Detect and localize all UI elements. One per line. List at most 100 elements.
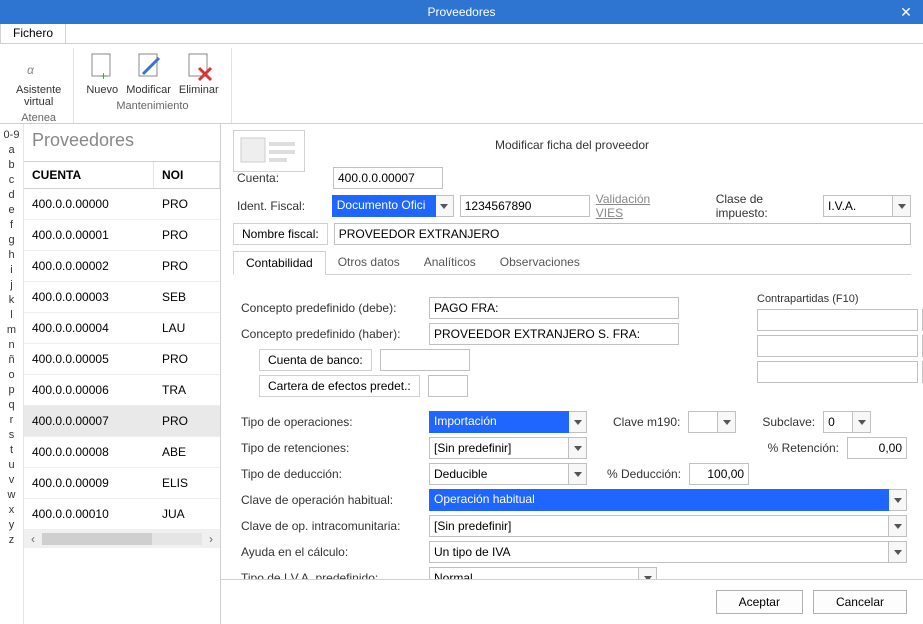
tipo-ded-select[interactable] — [429, 463, 569, 485]
chevron-down-icon[interactable] — [569, 437, 587, 459]
alpha-n[interactable]: n — [0, 338, 23, 353]
pded-input[interactable] — [689, 463, 749, 485]
table-row[interactable]: 400.0.0.00005PRO — [24, 344, 220, 375]
subclave-input[interactable] — [823, 411, 853, 433]
banco-input[interactable] — [380, 349, 470, 371]
cartera-input[interactable] — [428, 375, 468, 397]
clave-op-select[interactable]: Operación habitual — [429, 489, 889, 511]
tab-otros-datos[interactable]: Otros datos — [326, 251, 412, 274]
alpha-0-9[interactable]: 0-9 — [0, 128, 23, 143]
alpha-i[interactable]: i — [0, 263, 23, 278]
chevron-down-icon[interactable] — [569, 463, 587, 485]
alpha-l[interactable]: l — [0, 308, 23, 323]
contrap-input-1[interactable] — [757, 309, 918, 331]
tab-contabilidad[interactable]: Contabilidad — [233, 251, 326, 275]
alpha-x[interactable]: x — [0, 503, 23, 518]
chevron-down-icon[interactable] — [718, 411, 736, 433]
table-row[interactable]: 400.0.0.00000PRO — [24, 189, 220, 220]
table-row[interactable]: 400.0.0.00009ELIS — [24, 468, 220, 499]
alpha-u[interactable]: u — [0, 458, 23, 473]
alpha-a[interactable]: a — [0, 143, 23, 158]
table-row[interactable]: 400.0.0.00006TRA — [24, 375, 220, 406]
alpha-k[interactable]: k — [0, 293, 23, 308]
lbl-cuenta: Cuenta: — [237, 171, 327, 185]
assistant-button[interactable]: α Asistente virtual — [12, 48, 65, 110]
ident-num-input[interactable] — [460, 195, 590, 217]
ayuda-select[interactable] — [429, 541, 889, 563]
close-icon[interactable]: ✕ — [889, 0, 923, 24]
chevron-down-icon[interactable] — [893, 195, 911, 217]
tipo-ret-select[interactable] — [429, 437, 569, 459]
alpha-z[interactable]: z — [0, 533, 23, 548]
haber-input[interactable] — [429, 323, 679, 345]
m190-input[interactable] — [688, 411, 718, 433]
table-row[interactable]: 400.0.0.00002PRO — [24, 251, 220, 282]
scroll-track[interactable] — [42, 533, 202, 545]
contrap-input-2[interactable] — [757, 335, 918, 357]
lbl-ident: Ident. Fiscal: — [237, 199, 326, 213]
tab-observaciones[interactable]: Observaciones — [488, 251, 592, 274]
table-row[interactable]: 400.0.0.00004LAU — [24, 313, 220, 344]
table-row[interactable]: 400.0.0.00003SEB — [24, 282, 220, 313]
horizontal-scrollbar[interactable]: ‹ › — [24, 530, 220, 548]
alpha-v[interactable]: v — [0, 473, 23, 488]
nombre-input[interactable] — [334, 223, 911, 245]
table-row[interactable]: 400.0.0.00008ABE — [24, 437, 220, 468]
col-nombre[interactable]: NOI — [154, 162, 220, 188]
iva-pred-select[interactable] — [429, 567, 639, 579]
alpha-p[interactable]: p — [0, 383, 23, 398]
ident-tipo-select[interactable]: Documento Ofici — [332, 195, 436, 217]
chevron-down-icon[interactable] — [853, 411, 871, 433]
vies-link[interactable]: Validación VIES — [596, 192, 680, 220]
alpha-q[interactable]: q — [0, 398, 23, 413]
alpha-y[interactable]: y — [0, 518, 23, 533]
page-plus-icon: + — [86, 50, 118, 82]
alpha-e[interactable]: e — [0, 203, 23, 218]
tipo-op-select[interactable]: Importación — [429, 411, 569, 433]
clase-input[interactable] — [823, 195, 893, 217]
chevron-down-icon[interactable] — [889, 515, 907, 537]
col-cuenta[interactable]: CUENTA — [24, 162, 154, 188]
contrap-input-3[interactable] — [757, 361, 918, 383]
alpha-w[interactable]: w — [0, 488, 23, 503]
tab-analíticos[interactable]: Analíticos — [412, 251, 488, 274]
alpha-c[interactable]: c — [0, 173, 23, 188]
scroll-left-icon[interactable]: ‹ — [24, 532, 42, 546]
ribbon-tab-fichero[interactable]: Fichero — [0, 23, 66, 43]
lbl-banco: Cuenta de banco: — [259, 349, 372, 371]
alpha-j[interactable]: j — [0, 278, 23, 293]
aceptar-button[interactable]: Aceptar — [716, 590, 803, 614]
alpha-b[interactable]: b — [0, 158, 23, 173]
alpha-ñ[interactable]: ñ — [0, 353, 23, 368]
alpha-s[interactable]: s — [0, 428, 23, 443]
alpha-g[interactable]: g — [0, 233, 23, 248]
chevron-down-icon[interactable] — [569, 411, 587, 433]
cuenta-input[interactable] — [333, 167, 443, 189]
scroll-right-icon[interactable]: › — [202, 532, 220, 546]
chevron-down-icon[interactable] — [436, 195, 454, 217]
pret-input[interactable] — [847, 437, 907, 459]
clave-intra-select[interactable] — [429, 515, 889, 537]
svg-text:+: + — [100, 69, 107, 82]
chevron-down-icon[interactable] — [889, 541, 907, 563]
chevron-down-icon[interactable] — [639, 567, 657, 579]
debe-input[interactable] — [429, 297, 679, 319]
nuevo-button[interactable]: + Nuevo — [82, 48, 122, 98]
modificar-button[interactable]: Modificar — [122, 48, 175, 98]
alpha-h[interactable]: h — [0, 248, 23, 263]
cell-cuenta: 400.0.0.00002 — [24, 251, 154, 281]
alpha-o[interactable]: o — [0, 368, 23, 383]
alpha-f[interactable]: f — [0, 218, 23, 233]
alpha-d[interactable]: d — [0, 188, 23, 203]
table-row[interactable]: 400.0.0.00001PRO — [24, 220, 220, 251]
eliminar-button[interactable]: Eliminar — [175, 48, 223, 98]
alpha-r[interactable]: r — [0, 413, 23, 428]
image-placeholder[interactable] — [233, 130, 305, 172]
scroll-thumb[interactable] — [42, 533, 152, 545]
cancelar-button[interactable]: Cancelar — [813, 590, 907, 614]
alpha-m[interactable]: m — [0, 323, 23, 338]
alpha-t[interactable]: t — [0, 443, 23, 458]
table-row[interactable]: 400.0.0.00010JUA — [24, 499, 220, 530]
chevron-down-icon[interactable] — [889, 489, 907, 511]
table-row[interactable]: 400.0.0.00007PRO — [24, 406, 220, 437]
